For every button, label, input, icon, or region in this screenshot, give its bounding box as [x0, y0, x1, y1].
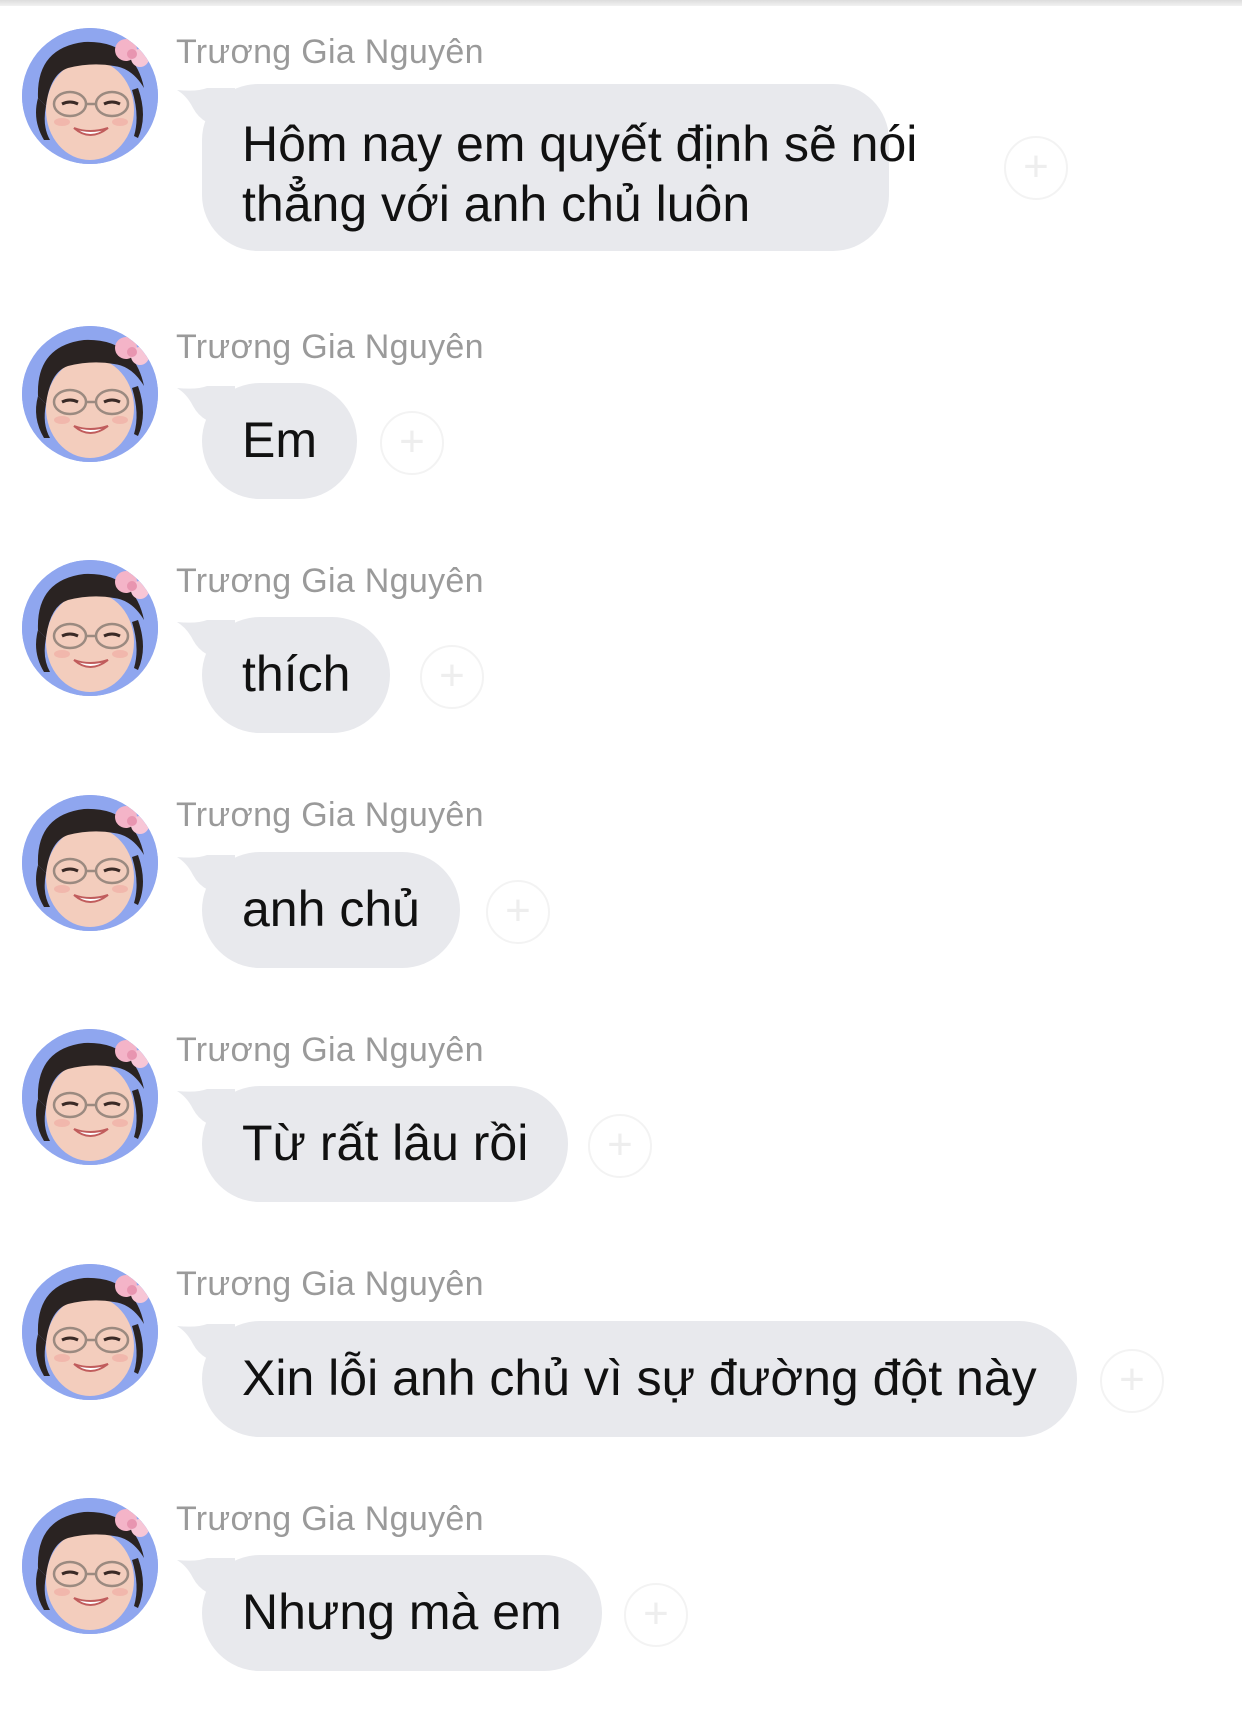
message-bubble[interactable]: Hôm nay em quyết định sẽ nói thẳng với a… [202, 84, 918, 251]
add-reaction-icon[interactable]: + [624, 1583, 688, 1647]
message-text-line: Hôm nay em quyết định sẽ nói [242, 116, 918, 172]
sender-name: Trương Gia Nguyên [176, 1031, 484, 1069]
avatar[interactable] [22, 28, 158, 164]
add-reaction-icon[interactable]: + [420, 645, 484, 709]
sender-name: Trương Gia Nguyên [176, 1500, 484, 1538]
sender-name: Trương Gia Nguyên [176, 328, 484, 366]
message-bubble[interactable]: Từ rất lâu rồi [202, 1086, 569, 1202]
add-reaction-icon[interactable]: + [1100, 1349, 1164, 1413]
avatar[interactable] [22, 560, 158, 696]
message-bubble[interactable]: Nhưng mà em [202, 1555, 602, 1671]
message-text-line: anh chủ [242, 881, 420, 937]
add-reaction-icon[interactable]: + [380, 411, 444, 475]
avatar[interactable] [22, 1264, 158, 1400]
avatar-illustration [22, 795, 158, 931]
sender-name: Trương Gia Nguyên [176, 796, 484, 834]
message-bubble[interactable]: Xin lỗi anh chủ vì sự đường đột này [202, 1321, 1077, 1437]
message-bubble[interactable]: anh chủ [202, 852, 460, 968]
avatar[interactable] [22, 1029, 158, 1165]
avatar-illustration [22, 560, 158, 696]
message-text-line: Xin lỗi anh chủ vì sự đường đột này [242, 1350, 1037, 1406]
avatar-illustration [22, 1498, 158, 1634]
avatar[interactable] [22, 1498, 158, 1634]
add-reaction-icon[interactable]: + [486, 880, 550, 944]
add-reaction-icon[interactable]: + [588, 1114, 652, 1178]
avatar[interactable] [22, 326, 158, 462]
avatar-illustration [22, 1029, 158, 1165]
message-text-line: Nhưng mà em [242, 1584, 562, 1640]
message-text-line: thích [242, 646, 351, 702]
message-text-line: Em [242, 412, 317, 468]
message-bubble[interactable]: Em [202, 383, 357, 499]
sender-name: Trương Gia Nguyên [176, 562, 484, 600]
add-reaction-icon[interactable]: + [1004, 136, 1068, 200]
avatar-illustration [22, 1264, 158, 1400]
message-bubble[interactable]: thích [202, 617, 391, 733]
sender-name: Trương Gia Nguyên [176, 1265, 484, 1303]
message-text-line: thẳng với anh chủ luôn [242, 176, 751, 232]
avatar-illustration [22, 28, 158, 164]
message-thread: Trương Gia Nguyên Hôm nay em quyết định … [0, 0, 1242, 1725]
sender-name: Trương Gia Nguyên [176, 33, 484, 71]
message-text-line: Từ rất lâu rồi [242, 1115, 529, 1171]
avatar[interactable] [22, 795, 158, 931]
avatar-illustration [22, 326, 158, 462]
